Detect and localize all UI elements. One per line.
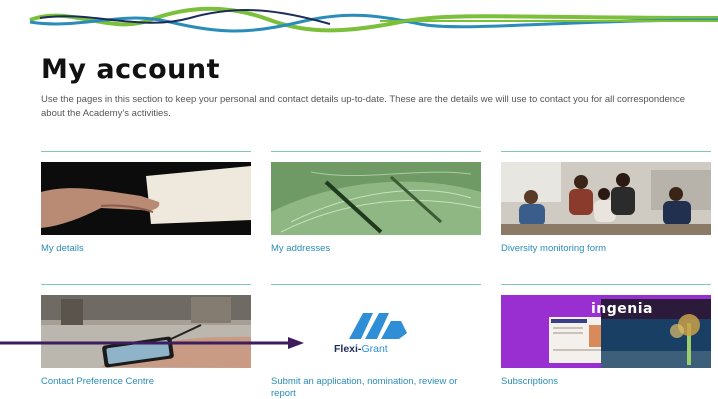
card-divider — [41, 284, 251, 285]
card-my-addresses[interactable]: My addresses — [271, 151, 481, 254]
diversity-monitoring-image[interactable] — [501, 162, 711, 235]
pointer-arrow — [0, 337, 304, 349]
ingenia-wordmark: ingenia — [591, 301, 653, 317]
card-diversity-monitoring-form[interactable]: Diversity monitoring form — [501, 151, 711, 254]
ingenia-magazine-image[interactable]: ingenia — [501, 295, 711, 368]
my-details-image[interactable] — [41, 162, 251, 235]
card-contact-preference-centre[interactable]: Contact Preference Centre — [41, 284, 251, 387]
page-intro: Use the pages in this section to keep yo… — [41, 94, 686, 119]
card-divider — [501, 151, 711, 152]
flexi-grant-logo[interactable]: Flexi-Grant — [271, 295, 481, 368]
card-submit-application[interactable]: Flexi-Grant Submit an application, nomin… — [271, 284, 481, 399]
card-divider — [501, 284, 711, 285]
contact-preference-image[interactable] — [41, 295, 251, 368]
card-my-details[interactable]: My details — [41, 151, 251, 254]
card-label[interactable]: My addresses — [271, 243, 481, 255]
card-label[interactable]: My details — [41, 243, 251, 255]
page-title: My account — [41, 54, 220, 85]
my-addresses-image[interactable] — [271, 162, 481, 235]
flexi-grant-wordmark: Flexi-Grant — [334, 343, 388, 355]
header-wave-decoration — [29, 6, 718, 33]
card-divider — [41, 151, 251, 152]
card-label[interactable]: Diversity monitoring form — [501, 243, 711, 255]
card-subscriptions[interactable]: ingenia Subscriptions — [501, 284, 711, 387]
card-divider — [271, 284, 481, 285]
card-label[interactable]: Contact Preference Centre — [41, 376, 251, 388]
card-label[interactable]: Submit an application, nomination, revie… — [271, 376, 481, 399]
card-divider — [271, 151, 481, 152]
card-label[interactable]: Subscriptions — [501, 376, 711, 388]
